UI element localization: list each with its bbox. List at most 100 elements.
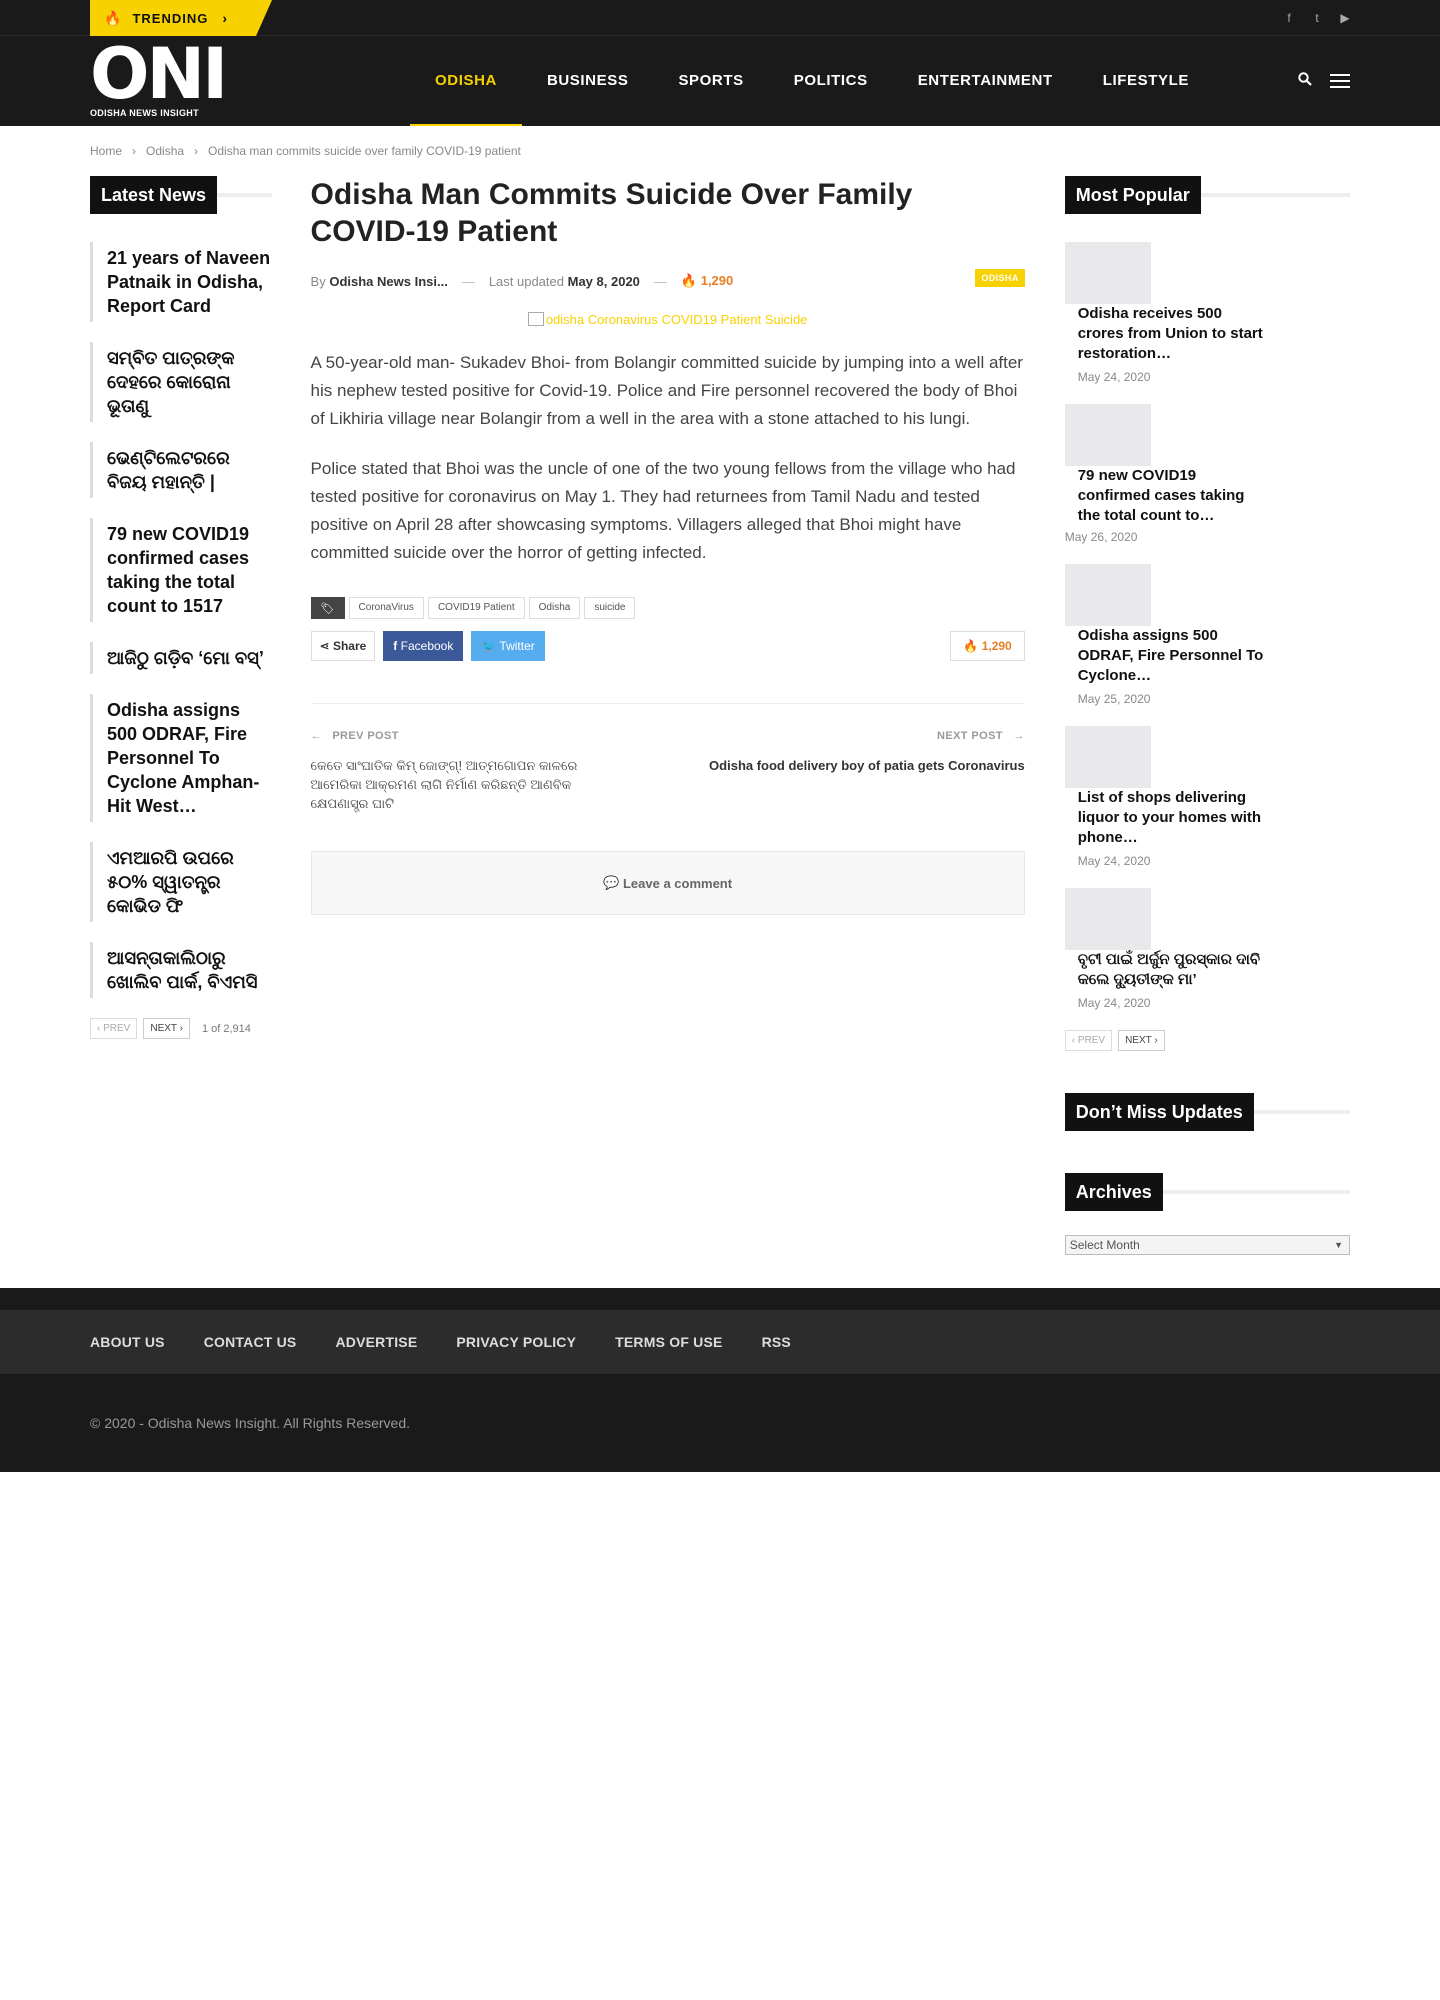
nav-item-entertainment[interactable]: ENTERTAINMENT (893, 36, 1078, 126)
latest-news-link[interactable]: ଆସନ୍ତାକାଲିଠାରୁ ଖୋଲିବ ପାର୍କ, ବିଏମସି (107, 946, 272, 994)
footer-link-contact[interactable]: CONTACT US (204, 1334, 297, 1350)
latest-news-link[interactable]: ଭେଣ୍ଟିଲେଟରରେ ବିଜୟ ମହାନ୍ତି | (107, 446, 272, 494)
trending-button[interactable]: 🔥 TRENDING › (90, 0, 272, 36)
breadcrumb-home[interactable]: Home (90, 144, 122, 158)
sidebar: Most Popular Odisha receives 500 crores … (1064, 176, 1351, 1255)
prev-page-button[interactable]: ‹ PREV (90, 1018, 138, 1039)
most-popular-pager: ‹ PREV NEXT › (1064, 1030, 1350, 1051)
article-body: A 50-year-old man- Sukadev Bhoi- from Bo… (311, 349, 1025, 567)
twitter-share-button[interactable]: 🐦 Twitter (471, 631, 545, 661)
twitter-icon[interactable]: t (1312, 11, 1322, 25)
prev-post-title: କେତେ ସାଂଘାତିକ କିମ୍ ଜୋଙ୍ଗ୍! ଆତ୍ମଗୋପନ କାଳର… (310, 758, 578, 811)
tag-link[interactable]: Odisha (528, 597, 581, 619)
thumbnail[interactable] (1064, 564, 1151, 626)
list-item[interactable]: Odisha assigns 500 ODRAF, Fire Personnel… (90, 694, 272, 822)
broken-image-icon (527, 312, 544, 326)
popular-post-link[interactable]: Odisha receives 500 crores from Union to… (1078, 304, 1265, 364)
tag-link[interactable]: suicide (584, 597, 636, 619)
dont-miss-heading: Don’t Miss Updates (1064, 1093, 1351, 1131)
thumbnail[interactable] (1064, 404, 1151, 466)
latest-news-link[interactable]: 79 new COVID19 confirmed cases taking th… (107, 522, 272, 618)
footer-link-privacy[interactable]: PRIVACY POLICY (456, 1334, 576, 1350)
arrow-left-icon: ← (310, 730, 322, 742)
list-item[interactable]: List of shops delivering liquor to your … (1064, 726, 1350, 868)
prev-page-button[interactable]: ‹ PREV (1064, 1030, 1113, 1051)
updated-date: May 8, 2020 (567, 273, 640, 289)
breadcrumb-odisha[interactable]: Odisha (146, 144, 184, 158)
footer-link-advertise[interactable]: ADVERTISE (335, 1334, 417, 1350)
post-date: May 25, 2020 (1077, 692, 1151, 706)
site-header: ONI ODISHA NEWS INSIGHT ODISHA BUSINESS … (0, 36, 1440, 126)
flame-icon: 🔥 (963, 639, 979, 653)
latest-news-link[interactable]: 21 years of Naveen Patnaik in Odisha, Re… (107, 246, 272, 318)
nav-item-lifestyle[interactable]: LIFESTYLE (1078, 36, 1214, 126)
footer-link-terms[interactable]: TERMS OF USE (615, 1334, 722, 1350)
nav-item-politics[interactable]: POLITICS (769, 36, 893, 126)
list-item[interactable]: 21 years of Naveen Patnaik in Odisha, Re… (90, 242, 272, 322)
main-nav: ODISHA BUSINESS SPORTS POLITICS ENTERTAI… (410, 36, 1214, 126)
category-badge[interactable]: ODISHA (975, 269, 1025, 287)
tag-link[interactable]: CoronaVirus (348, 597, 424, 619)
nav-item-business[interactable]: BUSINESS (522, 36, 654, 126)
list-item[interactable]: 79 new COVID19 confirmed cases taking th… (90, 518, 272, 622)
flame-icon: 🔥 (680, 273, 698, 288)
hamburger-menu-icon[interactable] (1330, 74, 1350, 88)
latest-news-link[interactable]: ସମ୍ବିତ ପାତ୍ରଙ୍କ ଦେହରେ କୋରୋନା ଭୂତାଣୁ (107, 346, 272, 418)
trending-label: TRENDING (132, 10, 209, 26)
popular-post-link[interactable]: Odisha assigns 500 ODRAF, Fire Personnel… (1078, 626, 1265, 686)
popular-post-link[interactable]: ବୃଟୀ ପାଇଁ ଅର୍ଜୁନ ପୁରସ୍କାର ଦାବି କଲେ ଦ୍ୟୁତ… (1078, 950, 1265, 990)
footer-link-about[interactable]: ABOUT US (90, 1334, 165, 1350)
top-bar: 🔥 TRENDING › f t ▶ (0, 0, 1440, 36)
thumbnail[interactable] (1064, 726, 1151, 788)
share-button[interactable]: ⋖ Share (310, 631, 376, 661)
image-alt-text: odisha Coronavirus COVID19 Patient Suici… (545, 312, 808, 327)
latest-news-link[interactable]: ଏମଆରପି ଉପରେ ୫୦% ସ୍ୱାତନ୍ତ୍ର କୋଭିଡ ଫି (107, 846, 272, 918)
by-label: By (310, 273, 326, 289)
latest-news-link[interactable]: ଆଜିଠୁ ଗଡ଼ିବ ‘ମୋ ବସ୍’ (107, 646, 272, 670)
facebook-icon: f (393, 639, 398, 653)
popular-post-link[interactable]: List of shops delivering liquor to your … (1078, 788, 1265, 848)
site-logo[interactable]: ONI ODISHA NEWS INSIGHT (90, 33, 228, 118)
footer-links: ABOUT US CONTACT US ADVERTISE PRIVACY PO… (0, 1310, 1440, 1374)
article-paragraph: A 50-year-old man- Sukadev Bhoi- from Bo… (310, 353, 1023, 428)
list-item[interactable]: ଆଜିଠୁ ଗଡ଼ିବ ‘ମୋ ବସ୍’ (90, 642, 272, 674)
logo-mark: ONI (90, 33, 228, 115)
list-item[interactable]: Odisha assigns 500 ODRAF, Fire Personnel… (1064, 564, 1350, 706)
list-item[interactable]: ଆସନ୍ତାକାଲିଠାରୁ ଖୋଲିବ ପାର୍କ, ବିଏମସି (90, 942, 272, 998)
footer-link-rss[interactable]: RSS (762, 1334, 791, 1350)
youtube-icon[interactable]: ▶ (1340, 11, 1350, 25)
list-item[interactable]: ବୃଟୀ ପାଇଁ ଅର୍ଜୁନ ପୁରସ୍କାର ଦାବି କଲେ ଦ୍ୟୁତ… (1064, 888, 1350, 1010)
page-count: 1 of 2,914 (201, 1022, 251, 1035)
popular-post-link[interactable]: 79 new COVID19 confirmed cases taking th… (1078, 466, 1265, 526)
facebook-icon[interactable]: f (1284, 11, 1294, 25)
facebook-share-button[interactable]: f Facebook (383, 631, 464, 661)
next-page-button[interactable]: NEXT › (143, 1018, 190, 1039)
featured-image: odisha Coronavirus COVID19 Patient Suici… (311, 312, 1025, 327)
list-item[interactable]: Odisha receives 500 crores from Union to… (1064, 242, 1350, 384)
copyright-text: © 2020 - Odisha News Insight. All Rights… (90, 1415, 411, 1431)
archives-heading: Archives (1064, 1173, 1351, 1211)
nav-item-sports[interactable]: SPORTS (653, 36, 768, 126)
tag-link[interactable]: COVID19 Patient (427, 597, 525, 619)
latest-news-link[interactable]: Odisha assigns 500 ODRAF, Fire Personnel… (107, 698, 272, 818)
prev-post-link[interactable]: ← PREV POST କେତେ ସାଂଘାତିକ କିମ୍ ଜୋଙ୍ଗ୍! ଆ… (311, 730, 631, 813)
next-page-button[interactable]: NEXT › (1118, 1030, 1165, 1051)
archives-month-select[interactable]: Select Month ▼ (1064, 1235, 1350, 1255)
author-link[interactable]: Odisha News Insi... (329, 274, 447, 289)
article-paragraph: Police stated that Bhoi was the uncle of… (310, 459, 1016, 562)
list-item[interactable]: ଭେଣ୍ଟିଲେଟରରେ ବିଜୟ ମହାନ୍ତି | (90, 442, 272, 498)
next-post-link[interactable]: NEXT POST → Odisha food delivery boy of … (705, 730, 1025, 813)
article-meta: By Odisha News Insi... — Last updated Ma… (310, 269, 1025, 290)
list-item[interactable]: ସମ୍ବିତ ପାତ୍ରଙ୍କ ଦେହରେ କୋରୋନା ଭୂତାଣୁ (90, 342, 272, 422)
article: Odisha Man Commits Suicide Over Family C… (310, 176, 1025, 915)
most-popular-heading: Most Popular (1064, 176, 1351, 214)
nav-item-odisha[interactable]: ODISHA (410, 36, 522, 126)
list-item[interactable]: 79 new COVID19 confirmed cases taking th… (1064, 404, 1350, 544)
flame-icon: 🔥 (104, 9, 123, 26)
search-icon[interactable] (1298, 72, 1312, 90)
leave-comment-button[interactable]: 💬 Leave a comment (310, 851, 1025, 915)
thumbnail[interactable] (1064, 888, 1151, 950)
thumbnail[interactable] (1064, 242, 1151, 304)
list-item[interactable]: ଏମଆରପି ଉପରେ ୫୦% ସ୍ୱାତନ୍ତ୍ର କୋଭିଡ ଫି (90, 842, 272, 922)
tag-icon: 🏷 (310, 597, 345, 619)
